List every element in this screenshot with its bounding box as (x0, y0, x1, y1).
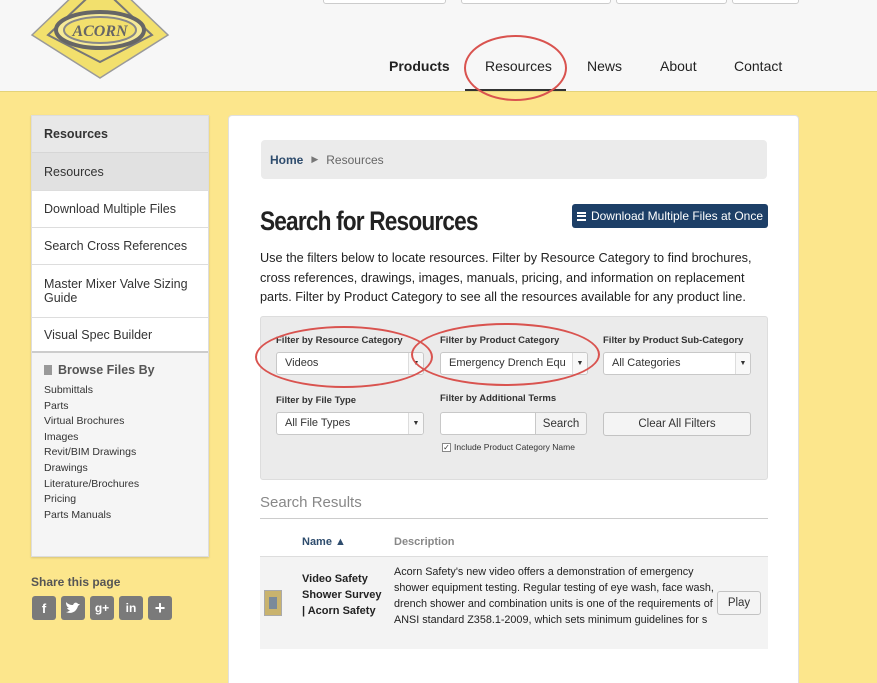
annotation-circle-resource-category (255, 326, 433, 388)
sub-category-value: All Categories (612, 357, 681, 369)
sidebar-item-search-cross-references[interactable]: Search Cross References (32, 228, 208, 265)
search-results-title: Search Results (260, 494, 362, 511)
include-category-name-option: ✓ Include Product Category Name (442, 442, 575, 452)
divider (260, 518, 768, 519)
annotation-circle-product-category (411, 323, 600, 386)
browse-link-pricing[interactable]: Pricing (32, 492, 208, 508)
breadcrumb-current: Resources (326, 152, 384, 167)
nav-contact[interactable]: Contact (734, 58, 782, 74)
column-header-description: Description (394, 536, 455, 548)
nav-news[interactable]: News (587, 58, 622, 74)
include-category-label: Include Product Category Name (454, 442, 575, 452)
browse-files-heading: Browse Files By (32, 353, 208, 383)
video-thumbnail[interactable] (264, 590, 282, 616)
header-field-4[interactable] (732, 0, 799, 4)
document-icon (44, 365, 52, 375)
svg-text:ACORN: ACORN (71, 23, 129, 40)
sidebar-heading: Resources (32, 116, 208, 153)
sidebar-item-download-multiple-files[interactable]: Download Multiple Files (32, 191, 208, 228)
browse-link-revit-bim[interactable]: Revit/BIM Drawings (32, 445, 208, 461)
facebook-icon[interactable]: f (32, 596, 56, 620)
site-header: ACORN Products Resources News About Cont… (0, 0, 877, 92)
browse-link-drawings[interactable]: Drawings (32, 461, 208, 477)
add-share-icon[interactable]: + (148, 596, 172, 620)
browse-link-virtual-brochures[interactable]: Virtual Brochures (32, 414, 208, 430)
dropdown-arrow-icon: ▼ (408, 413, 423, 434)
header-field-3[interactable] (616, 0, 727, 4)
page-title: Search for Resources (260, 206, 479, 236)
dropdown-arrow-icon: ▼ (735, 353, 750, 374)
sidebar-item-mixer-valve-guide[interactable]: Master Mixer Valve Sizing Guide (32, 265, 208, 318)
download-button-label: Download Multiple Files at Once (590, 209, 764, 223)
browse-link-literature[interactable]: Literature/Brochures (32, 477, 208, 493)
nav-about[interactable]: About (660, 58, 697, 74)
column-header-name[interactable]: Name ▲ (302, 536, 346, 548)
clear-all-filters-button[interactable]: Clear All Filters (603, 412, 751, 436)
header-field-2[interactable] (461, 0, 611, 4)
result-name[interactable]: Video Safety Shower Survey | Acorn Safet… (302, 571, 382, 619)
breadcrumb-home[interactable]: Home (270, 153, 303, 167)
table-row: Video Safety Shower Survey | Acorn Safet… (260, 557, 768, 649)
sub-category-select[interactable]: All Categories ▼ (603, 352, 751, 375)
intro-text: Use the filters below to locate resource… (260, 251, 752, 304)
additional-terms-input[interactable] (440, 412, 536, 435)
linkedin-icon[interactable]: in (119, 596, 143, 620)
browse-link-submittals[interactable]: Submittals (32, 383, 208, 399)
file-type-select[interactable]: All File Types ▼ (276, 412, 424, 435)
browse-link-parts[interactable]: Parts (32, 399, 208, 415)
share-title: Share this page (31, 575, 121, 589)
nav-products[interactable]: Products (389, 58, 450, 74)
file-type-value: All File Types (285, 417, 351, 429)
breadcrumb-separator-icon: ▶ (311, 154, 319, 164)
browse-files-label: Browse Files By (58, 363, 155, 377)
include-category-checkbox[interactable]: ✓ (442, 442, 451, 452)
sidebar: Resources Resources Download Multiple Fi… (31, 115, 209, 557)
result-description: Acorn Safety's new video offers a demons… (394, 566, 714, 626)
search-button[interactable]: Search (535, 412, 587, 435)
file-type-label: Filter by File Type (276, 395, 357, 406)
play-button[interactable]: Play (717, 591, 761, 615)
breadcrumb: Home ▶ Resources (261, 140, 767, 179)
share-icons: f g+ in + (32, 596, 177, 620)
main-panel: Home ▶ Resources Search for Resources Do… (228, 115, 799, 683)
sub-category-label: Filter by Product Sub-Category (603, 335, 744, 346)
google-plus-icon[interactable]: g+ (90, 596, 114, 620)
list-icon (576, 211, 586, 221)
download-multiple-files-button[interactable]: Download Multiple Files at Once (572, 204, 768, 228)
browse-link-parts-manuals[interactable]: Parts Manuals (32, 508, 208, 524)
additional-terms-label: Filter by Additional Terms (440, 393, 557, 404)
sidebar-item-visual-spec-builder[interactable]: Visual Spec Builder (32, 318, 208, 353)
acorn-logo[interactable]: ACORN (30, 0, 170, 80)
header-field-1[interactable] (323, 0, 446, 4)
annotation-circle-resources (464, 35, 567, 101)
twitter-icon[interactable] (61, 596, 85, 620)
sidebar-item-resources[interactable]: Resources (32, 153, 208, 191)
browse-link-images[interactable]: Images (32, 430, 208, 446)
